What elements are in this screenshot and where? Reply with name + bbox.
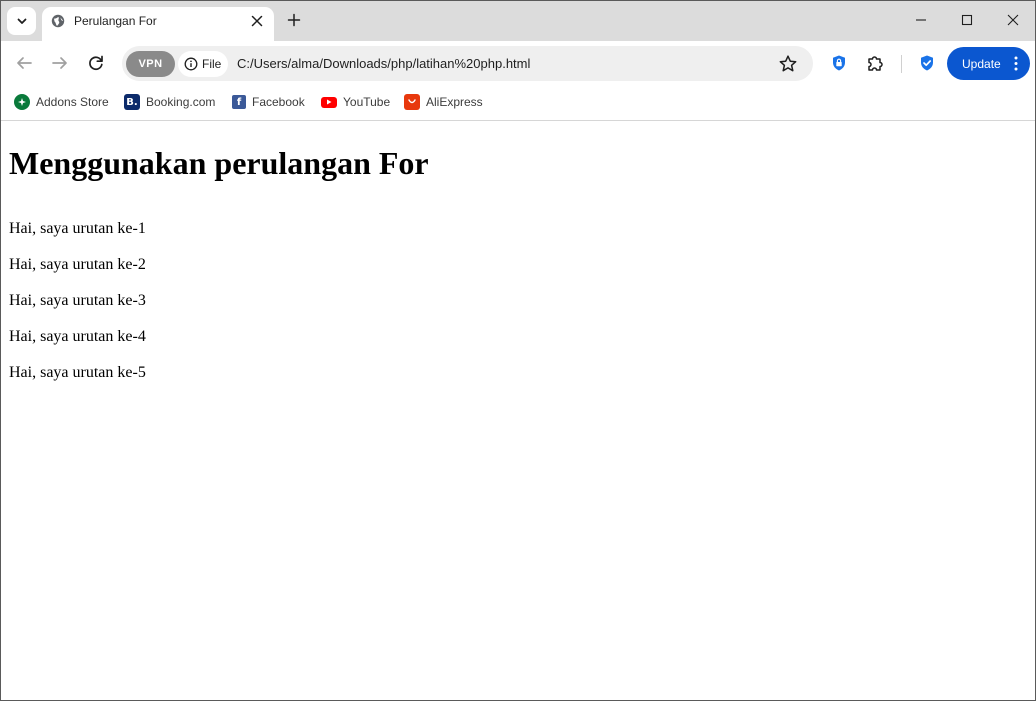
aliexpress-icon [404, 94, 420, 110]
info-icon [184, 57, 198, 71]
arrow-right-icon [52, 57, 67, 69]
addons-store-icon [14, 94, 30, 110]
bookmark-facebook[interactable]: f Facebook [232, 93, 305, 111]
shield-check-icon [921, 55, 933, 71]
bookmark-youtube[interactable]: YouTube [321, 93, 390, 111]
page-heading: Menggunakan perulangan For [9, 145, 429, 181]
scheme-label: File [202, 57, 222, 71]
url-text[interactable]: C:/Users/alma/Downloads/php/latihan%20ph… [237, 56, 530, 71]
tab-close-button[interactable] [249, 13, 265, 29]
minimize-icon [916, 19, 926, 21]
bookmarks-bar: Addons Store B. Booking.com f Facebook Y… [1, 85, 1035, 121]
close-icon [251, 15, 263, 27]
minimize-button[interactable] [901, 5, 941, 35]
bookmark-label: Facebook [252, 95, 305, 109]
maximize-button[interactable] [947, 5, 987, 35]
security-extension-button[interactable] [915, 51, 939, 75]
chevron-down-icon [17, 18, 26, 24]
bookmark-label: AliExpress [426, 95, 483, 109]
forward-button[interactable] [48, 51, 72, 75]
shield-lock-icon [833, 55, 845, 71]
bookmark-aliexpress[interactable]: AliExpress [404, 93, 483, 111]
privacy-extension-button[interactable] [827, 51, 851, 75]
close-window-button[interactable] [993, 5, 1033, 35]
toolbar-divider [901, 55, 902, 73]
loop-output-line: Hai, saya urutan ke-1 [9, 220, 146, 237]
loop-output-line: Hai, saya urutan ke-3 [9, 292, 146, 309]
maximize-icon [961, 14, 973, 26]
toolbar: VPN File C:/Users/alma/Downloads/php/lat… [1, 41, 1035, 85]
loop-output-line: Hai, saya urutan ke-5 [9, 364, 146, 381]
loop-output-line: Hai, saya urutan ke-4 [9, 328, 146, 345]
facebook-icon: f [232, 95, 246, 109]
site-info-button[interactable]: File [178, 51, 228, 77]
puzzle-icon [868, 56, 883, 71]
close-icon [1007, 14, 1019, 26]
bookmark-label: YouTube [343, 95, 391, 109]
arrow-left-icon [17, 57, 32, 69]
loop-output-line: Hai, saya urutan ke-2 [9, 256, 146, 273]
back-button[interactable] [12, 51, 36, 75]
extensions-button[interactable] [863, 51, 887, 75]
star-icon[interactable] [778, 54, 798, 74]
more-vertical-icon [1014, 56, 1018, 71]
booking-icon: B. [124, 94, 140, 110]
plus-icon [287, 13, 301, 27]
address-bar[interactable]: VPN File C:/Users/alma/Downloads/php/lat… [122, 46, 813, 81]
reload-icon [89, 55, 103, 71]
tab-strip: Perulangan For [1, 1, 1035, 41]
reload-button[interactable] [84, 51, 108, 75]
bookmark-label: Addons Store [36, 95, 109, 109]
tab-search-button[interactable] [7, 7, 36, 35]
page-content: Menggunakan perulangan For Hai, saya uru… [1, 122, 1035, 700]
youtube-icon [321, 96, 337, 108]
globe-icon [51, 14, 65, 28]
bookmark-label: Booking.com [146, 95, 216, 109]
vpn-label: VPN [138, 58, 163, 70]
new-tab-button[interactable] [283, 9, 305, 31]
bookmark-addons-store[interactable]: Addons Store [14, 93, 109, 111]
tab-title: Perulangan For [74, 14, 157, 28]
bookmark-booking[interactable]: B. Booking.com [124, 93, 215, 111]
tab-active[interactable]: Perulangan For [42, 7, 274, 41]
vpn-toggle[interactable]: VPN [126, 51, 175, 77]
update-label: Update [962, 56, 1001, 71]
update-button[interactable]: Update [947, 47, 1030, 80]
browser-window: Perulangan For VPN File C:/Users/alma/Do… [0, 0, 1036, 701]
